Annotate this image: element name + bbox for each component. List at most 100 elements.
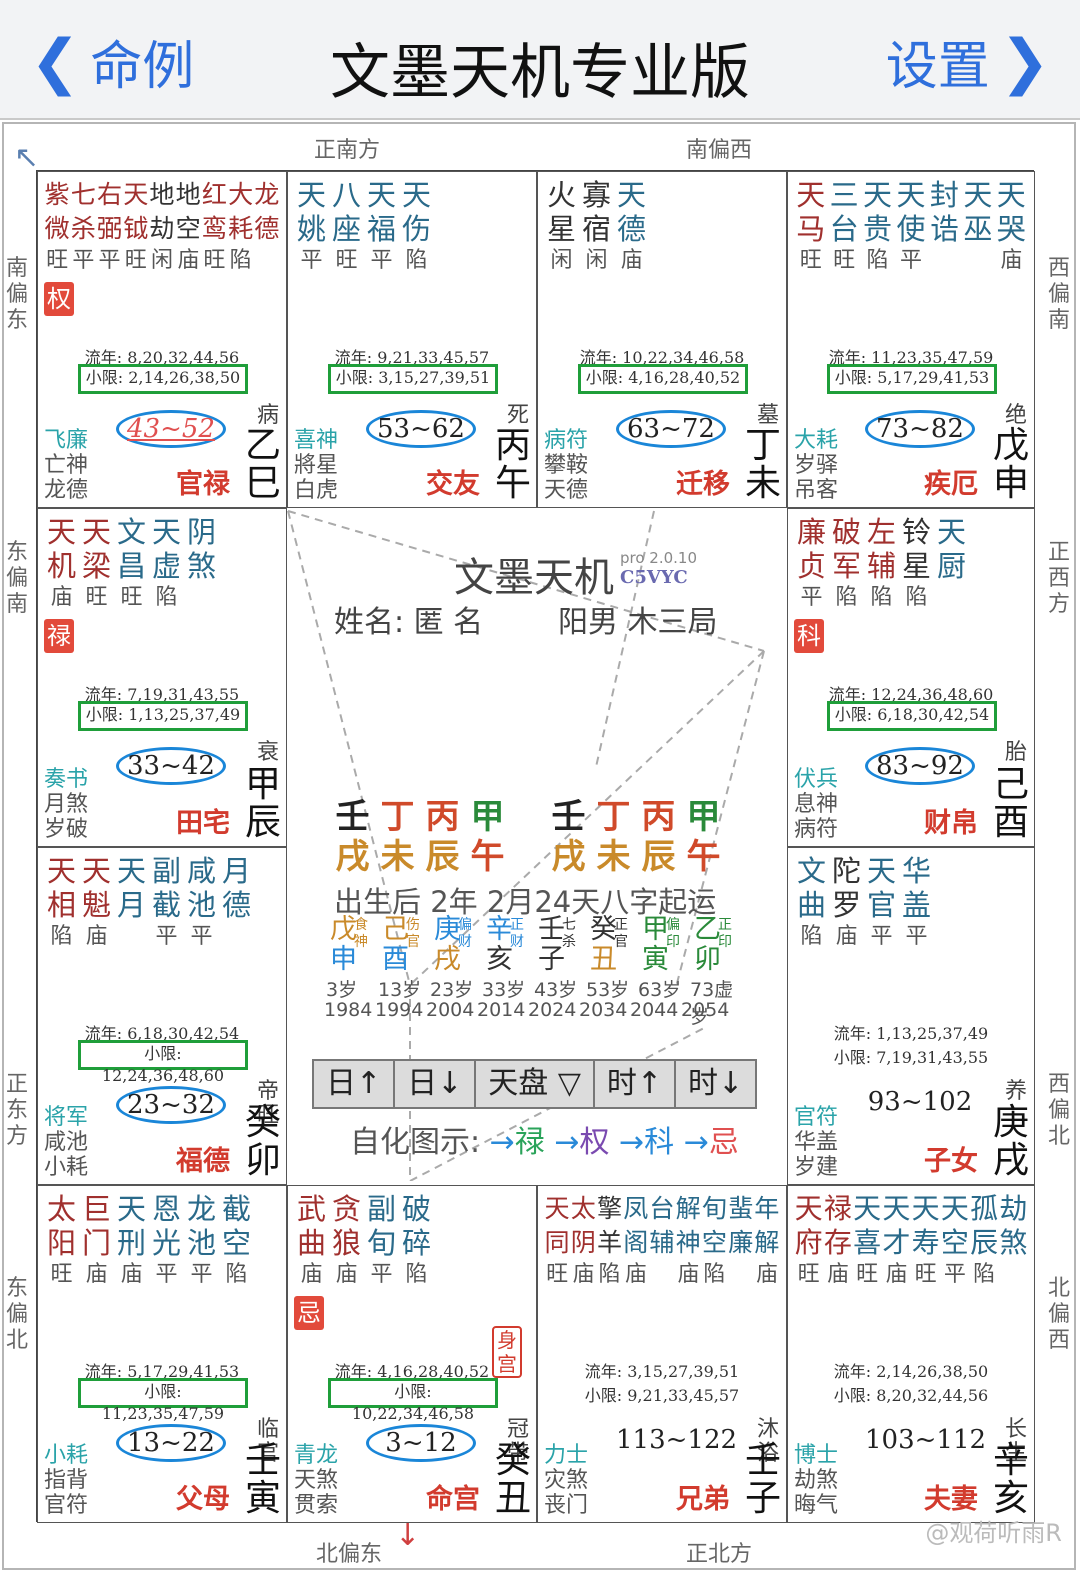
bazi-right: 壬丁丙甲戌未辰午 <box>546 797 726 877</box>
star-brightness: 庙 <box>1000 248 1023 273</box>
palace-wei[interactable]: 火寡天星宿德闲闲庙流年: 10,22,34,46,58 小限: 4,16,28,4… <box>537 171 787 508</box>
palace-shen[interactable]: 天三天天封天天马台贵使诰巫哭旺旺陷平庙流年: 11,23,35,47,59 小限:… <box>787 171 1035 508</box>
palace-zhi: 午 <box>494 463 531 504</box>
daxian-range[interactable]: 3~12 <box>366 1424 476 1462</box>
daxian-range[interactable]: 83~92 <box>865 747 975 785</box>
bazi-left: 壬丁丙甲戌未辰午 <box>330 797 510 877</box>
daxian-range[interactable]: 43~52 <box>116 410 226 448</box>
star-brightness: 旺 <box>120 585 143 610</box>
bazi-zhi: 午 <box>686 837 721 877</box>
shensha-item: 将军 <box>44 1105 89 1130</box>
star-char: 微 <box>44 214 70 243</box>
hour-down-button[interactable]: 时↓ <box>674 1059 758 1109</box>
star-char: 寿 <box>911 1226 940 1259</box>
daxian-range[interactable]: 53~62 <box>366 410 476 448</box>
star-brightness: 庙 <box>755 1262 778 1287</box>
star-char: 华 <box>901 854 931 888</box>
star-brightness: 庙 <box>50 585 73 610</box>
tianpan-select[interactable]: 天盘 ▽ <box>474 1059 595 1109</box>
daxian-range[interactable]: 13~22 <box>116 1424 226 1462</box>
palace-chen[interactable]: 天天文天阴机梁昌虚煞庙旺旺陷禄流年: 7,19,31,43,55 小限: 1,13… <box>37 508 287 847</box>
star-brightness: 庙 <box>620 248 643 273</box>
sihua-badge: 忌 <box>294 1296 324 1330</box>
dayun-year: 2024 <box>528 999 577 1021</box>
star-list: 天天文天阴机梁昌虚煞庙旺旺陷 <box>44 515 280 613</box>
direction-bottom-left: 北偏东 <box>316 1542 383 1567</box>
hour-up-button[interactable]: 时↑ <box>592 1059 677 1109</box>
day-down-button[interactable]: 日↓ <box>393 1059 477 1109</box>
star-char: 座 <box>331 212 361 246</box>
star-char: 解 <box>675 1194 701 1223</box>
daxian-range[interactable]: 73~82 <box>865 410 975 448</box>
star-brightness: 庙 <box>624 1262 647 1287</box>
star-char: 破 <box>831 515 861 549</box>
palace-name: 福德 <box>176 1146 230 1177</box>
dayun-column[interactable]: 甲寅偏印 <box>642 915 694 975</box>
sihua-badge: 禄 <box>44 619 74 653</box>
dayun-shishen: 偏财 <box>458 917 472 950</box>
dayun-column[interactable]: 庚戌偏财 <box>434 915 486 975</box>
daxian-range[interactable]: 113~122 <box>616 1424 737 1462</box>
shensha-list: 将军 咸池 小耗 <box>44 1105 88 1180</box>
star-char: 耗 <box>228 214 254 243</box>
dayun-year: 1984 <box>324 999 373 1021</box>
star-brightness: 陷 <box>703 1262 726 1287</box>
bazi-gan: 壬 <box>551 797 586 837</box>
dayun-shishen: 偏印 <box>666 917 680 950</box>
palace-si[interactable]: 紫七右天地地红大龙微杀弼钺劫空鸾耗德旺平平旺闲庙旺陷权流年: 8,20,32,4… <box>37 171 287 508</box>
star-char: 碎 <box>401 1226 431 1260</box>
xiaoxian-box: 小限: 5,17,29,41,53 <box>827 364 997 394</box>
palace-yin[interactable]: 太巨天恩龙截阳门刑光池空旺庙庙平平陷流年: 5,17,29,41,53 小限: 1… <box>37 1185 287 1523</box>
day-up-button[interactable]: 日↑ <box>312 1059 396 1109</box>
palace-hai[interactable]: 天禄天天天天孤劫府存喜才寿空辰煞旺庙旺庙旺平陷流年: 2,14,26,38,50… <box>787 1185 1035 1523</box>
star-brightness: 旺 <box>546 1262 569 1287</box>
person-info: 阳男 木三局 <box>558 605 718 640</box>
palace-zi[interactable]: 天太擎凤台解旬蜚年同阴羊阁辅神空廉解旺庙陷庙庙陷庙流年: 3,15,27,39,… <box>537 1185 787 1523</box>
dayun-column[interactable]: 辛亥正财 <box>486 915 538 975</box>
star-list: 天天天副咸月相魁月截池德陷庙平平 <box>44 854 280 952</box>
dayun-column[interactable]: 壬子七杀 <box>538 915 590 975</box>
navigation-bar: ❮ 命例 文墨天机专业版 设置 ❯ <box>0 0 1080 120</box>
palace-mao[interactable]: 天天天副咸月相魁月截池德陷庙平平流年: 6,18,30,42,54 小限: 12,… <box>37 847 287 1185</box>
star-char: 空 <box>221 1226 251 1260</box>
palace-ganzhi: 壬寅 <box>244 1442 282 1518</box>
dayun-column[interactable]: 乙卯正印 <box>694 915 746 975</box>
shensha-list: 青龙 天煞 贯索 <box>294 1443 338 1518</box>
shensha-item: 奏书 <box>44 767 89 792</box>
palace-name: 财帛 <box>924 808 978 839</box>
star-char: 天 <box>896 178 926 212</box>
palace-gan: 乙 <box>244 425 281 466</box>
palace-chou[interactable]: 武贪副破曲狼旬碎庙庙平陷忌身宫 流年: 4,16,28,40,52 小限: 10,2… <box>287 1185 537 1523</box>
palace-wu[interactable]: 天八天天姚座福伤平旺平陷流年: 9,21,33,45,57 小限: 3,15,27… <box>287 171 537 508</box>
liunian-text: 流年: 1,13,25,37,49 <box>833 1024 989 1043</box>
star-char: 解 <box>754 1228 780 1257</box>
bazi-gan: 甲 <box>470 797 505 837</box>
daxian-range[interactable]: 93~102 <box>865 1086 975 1124</box>
star-char: 巫 <box>963 212 993 246</box>
star-brightness: 庙 <box>300 1262 323 1287</box>
hua-legend-label: 自化图示: <box>350 1125 481 1160</box>
shensha-item: 小耗 <box>44 1443 89 1468</box>
star-char: 马 <box>796 212 826 246</box>
star-char: 福 <box>366 212 396 246</box>
palace-ganzhi: 己酉 <box>992 766 1030 842</box>
palace-xu[interactable]: 文陀天华曲罗官盖陷庙平平流年: 1,13,25,37,49 小限: 7,19,31… <box>787 847 1035 1185</box>
star-char: 辅 <box>649 1228 675 1257</box>
dayun-column[interactable]: 戊申食神 <box>330 915 382 975</box>
star-char: 喜 <box>853 1226 882 1259</box>
dayun-column[interactable]: 癸丑正官 <box>590 915 642 975</box>
dayun-column[interactable]: 己酉伤官 <box>382 915 434 975</box>
settings-button[interactable]: 设置 ❯ <box>886 24 1050 99</box>
star-brightness: 庙 <box>826 1262 849 1287</box>
palace-you[interactable]: 廉破左铃天贞军辅星厨平陷陷陷科流年: 12,24,36,48,60 小限: 6,1… <box>787 508 1035 847</box>
star-brightness: 陷 <box>405 248 428 273</box>
star-char: 贪 <box>331 1192 361 1226</box>
daxian-range[interactable]: 63~72 <box>616 410 726 448</box>
star-char: 天 <box>796 178 826 212</box>
daxian-range[interactable]: 103~112 <box>865 1424 986 1462</box>
palace-gan: 癸 <box>244 1102 281 1143</box>
shensha-item: 大耗 <box>794 428 839 453</box>
daxian-range[interactable]: 23~32 <box>116 1086 226 1124</box>
dayun-age: 3岁 <box>326 979 358 1001</box>
daxian-range[interactable]: 33~42 <box>116 747 226 785</box>
